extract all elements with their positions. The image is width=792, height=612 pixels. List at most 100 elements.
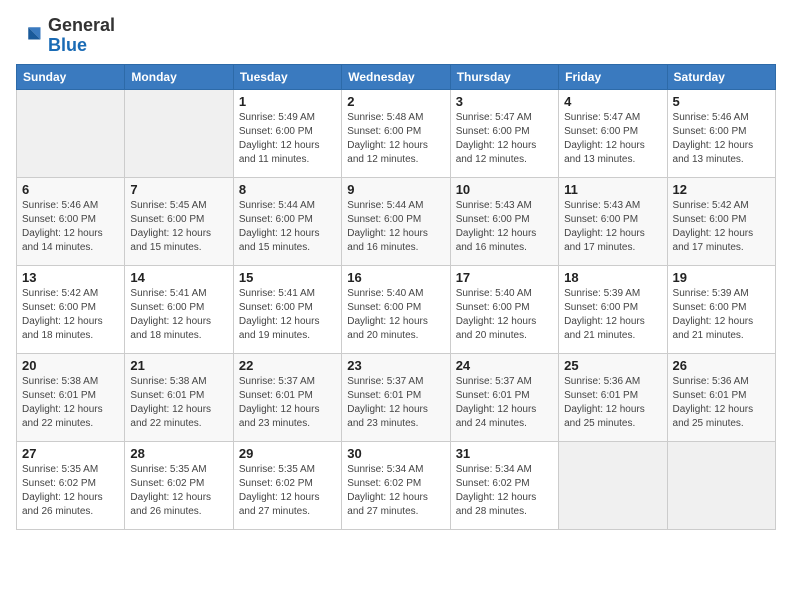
calendar-cell: 5Sunrise: 5:46 AM Sunset: 6:00 PM Daylig… — [667, 89, 775, 177]
calendar-cell — [125, 89, 233, 177]
calendar-cell: 3 Sunrise: 5:47 AM Sunset: 6:00 PM Daylig… — [450, 89, 558, 177]
calendar-cell: 30 Sunrise: 5:34 AM Sunset: 6:02 PM Dayli… — [342, 441, 450, 529]
day-info: Sunrise: 5:46 AM Sunset: 6:00 PM Dayligh… — [22, 199, 119, 255]
calendar-cell: 11 Sunrise: 5:43 AM Sunset: 6:00 PM Dayli… — [559, 177, 667, 265]
day-info: Sunrise: 5:38 AM Sunset: 6:01 PM Dayligh… — [22, 375, 119, 431]
calendar-cell: 12 Sunrise: 5:42 AM Sunset: 6:00 PM Dayli… — [667, 177, 775, 265]
calendar-cell: 6 Sunrise: 5:46 AM Sunset: 6:00 PM Daylig… — [17, 177, 125, 265]
day-info: Sunrise: 5:40 AM Sunset: 6:00 PM Dayligh… — [456, 287, 553, 343]
day-info: Sunrise: 5:39 AM Sunset: 6:00 PM Dayligh… — [564, 287, 661, 343]
day-number: 17 — [456, 270, 553, 285]
day-info: Sunrise: 5:47 AM Sunset: 6:00 PM Dayligh… — [456, 111, 553, 167]
day-number: 18 — [564, 270, 661, 285]
day-number: 28 — [130, 446, 227, 461]
weekday-header-row: SundayMondayTuesdayWednesdayThursdayFrid… — [17, 64, 776, 89]
calendar-cell: 21 Sunrise: 5:38 AM Sunset: 6:01 PM Dayli… — [125, 353, 233, 441]
calendar-cell: 16 Sunrise: 5:40 AM Sunset: 6:00 PM Dayli… — [342, 265, 450, 353]
calendar-cell: 23 Sunrise: 5:37 AM Sunset: 6:01 PM Dayli… — [342, 353, 450, 441]
day-number: 30 — [347, 446, 444, 461]
calendar-cell: 10 Sunrise: 5:43 AM Sunset: 6:00 PM Dayli… — [450, 177, 558, 265]
weekday-header-sunday: Sunday — [17, 64, 125, 89]
logo-text: GeneralBlue — [48, 16, 115, 56]
day-info: Sunrise: 5:41 AM Sunset: 6:00 PM Dayligh… — [239, 287, 336, 343]
day-info: Sunrise: 5:39 AM Sunset: 6:00 PM Dayligh… — [673, 287, 770, 343]
calendar-cell: 13Sunrise: 5:42 AM Sunset: 6:00 PM Dayli… — [17, 265, 125, 353]
day-number: 6 — [22, 182, 119, 197]
day-number: 21 — [130, 358, 227, 373]
day-number: 19 — [673, 270, 770, 285]
day-info: Sunrise: 5:35 AM Sunset: 6:02 PM Dayligh… — [130, 463, 227, 519]
weekday-header-tuesday: Tuesday — [233, 64, 341, 89]
day-info: Sunrise: 5:37 AM Sunset: 6:01 PM Dayligh… — [239, 375, 336, 431]
day-info: Sunrise: 5:37 AM Sunset: 6:01 PM Dayligh… — [347, 375, 444, 431]
day-number: 24 — [456, 358, 553, 373]
logo: GeneralBlue — [16, 16, 115, 56]
day-info: Sunrise: 5:34 AM Sunset: 6:02 PM Dayligh… — [347, 463, 444, 519]
day-info: Sunrise: 5:49 AM Sunset: 6:00 PM Dayligh… — [239, 111, 336, 167]
day-number: 2 — [347, 94, 444, 109]
day-number: 13 — [22, 270, 119, 285]
day-number: 20 — [22, 358, 119, 373]
day-number: 11 — [564, 182, 661, 197]
calendar-cell: 28 Sunrise: 5:35 AM Sunset: 6:02 PM Dayli… — [125, 441, 233, 529]
calendar-cell: 27Sunrise: 5:35 AM Sunset: 6:02 PM Dayli… — [17, 441, 125, 529]
day-number: 16 — [347, 270, 444, 285]
day-number: 1 — [239, 94, 336, 109]
calendar-week-row: 1 Sunrise: 5:49 AM Sunset: 6:00 PM Daylig… — [17, 89, 776, 177]
day-number: 10 — [456, 182, 553, 197]
calendar-cell: 25 Sunrise: 5:36 AM Sunset: 6:01 PM Dayli… — [559, 353, 667, 441]
calendar-cell: 20 Sunrise: 5:38 AM Sunset: 6:01 PM Dayli… — [17, 353, 125, 441]
day-number: 9 — [347, 182, 444, 197]
calendar-cell: 29 Sunrise: 5:35 AM Sunset: 6:02 PM Dayli… — [233, 441, 341, 529]
calendar-cell: 14Sunrise: 5:41 AM Sunset: 6:00 PM Dayli… — [125, 265, 233, 353]
day-info: Sunrise: 5:34 AM Sunset: 6:02 PM Dayligh… — [456, 463, 553, 519]
day-number: 23 — [347, 358, 444, 373]
calendar-table: SundayMondayTuesdayWednesdayThursdayFrid… — [16, 64, 776, 530]
day-info: Sunrise: 5:36 AM Sunset: 6:01 PM Dayligh… — [673, 375, 770, 431]
calendar-cell: 1 Sunrise: 5:49 AM Sunset: 6:00 PM Daylig… — [233, 89, 341, 177]
calendar-cell: 24 Sunrise: 5:37 AM Sunset: 6:01 PM Dayli… — [450, 353, 558, 441]
day-number: 7 — [130, 182, 227, 197]
calendar-cell: 17 Sunrise: 5:40 AM Sunset: 6:00 PM Dayli… — [450, 265, 558, 353]
calendar-cell: 9Sunrise: 5:44 AM Sunset: 6:00 PM Daylig… — [342, 177, 450, 265]
calendar-cell: 26Sunrise: 5:36 AM Sunset: 6:01 PM Dayli… — [667, 353, 775, 441]
calendar-cell: 15 Sunrise: 5:41 AM Sunset: 6:00 PM Dayli… — [233, 265, 341, 353]
calendar-cell — [667, 441, 775, 529]
day-info: Sunrise: 5:43 AM Sunset: 6:00 PM Dayligh… — [456, 199, 553, 255]
day-number: 22 — [239, 358, 336, 373]
day-number: 31 — [456, 446, 553, 461]
calendar-cell: 31 Sunrise: 5:34 AM Sunset: 6:02 PM Dayli… — [450, 441, 558, 529]
day-info: Sunrise: 5:42 AM Sunset: 6:00 PM Dayligh… — [673, 199, 770, 255]
logo-icon — [16, 22, 44, 50]
page-header: GeneralBlue — [16, 16, 776, 56]
day-number: 14 — [130, 270, 227, 285]
day-info: Sunrise: 5:45 AM Sunset: 6:00 PM Dayligh… — [130, 199, 227, 255]
calendar-cell: 4Sunrise: 5:47 AM Sunset: 6:00 PM Daylig… — [559, 89, 667, 177]
weekday-header-saturday: Saturday — [667, 64, 775, 89]
weekday-header-wednesday: Wednesday — [342, 64, 450, 89]
day-number: 5 — [673, 94, 770, 109]
day-number: 25 — [564, 358, 661, 373]
day-number: 29 — [239, 446, 336, 461]
day-number: 15 — [239, 270, 336, 285]
day-number: 27 — [22, 446, 119, 461]
day-number: 12 — [673, 182, 770, 197]
calendar-week-row: 6 Sunrise: 5:46 AM Sunset: 6:00 PM Daylig… — [17, 177, 776, 265]
calendar-cell — [17, 89, 125, 177]
day-info: Sunrise: 5:48 AM Sunset: 6:00 PM Dayligh… — [347, 111, 444, 167]
day-number: 8 — [239, 182, 336, 197]
day-info: Sunrise: 5:38 AM Sunset: 6:01 PM Dayligh… — [130, 375, 227, 431]
day-info: Sunrise: 5:36 AM Sunset: 6:01 PM Dayligh… — [564, 375, 661, 431]
calendar-week-row: 20 Sunrise: 5:38 AM Sunset: 6:01 PM Dayli… — [17, 353, 776, 441]
calendar-week-row: 13Sunrise: 5:42 AM Sunset: 6:00 PM Dayli… — [17, 265, 776, 353]
calendar-cell: 8Sunrise: 5:44 AM Sunset: 6:00 PM Daylig… — [233, 177, 341, 265]
day-info: Sunrise: 5:35 AM Sunset: 6:02 PM Dayligh… — [239, 463, 336, 519]
calendar-cell: 22 Sunrise: 5:37 AM Sunset: 6:01 PM Dayli… — [233, 353, 341, 441]
day-number: 3 — [456, 94, 553, 109]
day-info: Sunrise: 5:43 AM Sunset: 6:00 PM Dayligh… — [564, 199, 661, 255]
day-info: Sunrise: 5:40 AM Sunset: 6:00 PM Dayligh… — [347, 287, 444, 343]
calendar-cell: 7 Sunrise: 5:45 AM Sunset: 6:00 PM Daylig… — [125, 177, 233, 265]
day-info: Sunrise: 5:37 AM Sunset: 6:01 PM Dayligh… — [456, 375, 553, 431]
calendar-week-row: 27 Sunrise: 5:35 AM Sunset: 6:02 PM Dayli… — [17, 441, 776, 529]
weekday-header-monday: Monday — [125, 64, 233, 89]
